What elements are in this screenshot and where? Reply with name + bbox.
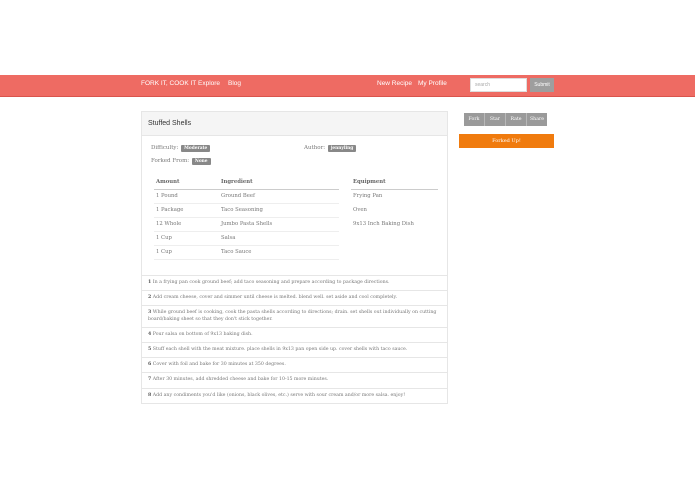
recipe-title: Stuffed Shells <box>148 120 192 127</box>
step-number: 6 <box>148 362 152 368</box>
step-number: 8 <box>148 392 152 398</box>
table-row: 1 Cup Salsa <box>154 231 339 246</box>
table-row: Oven <box>351 203 438 217</box>
step-text: Stuff each shell with the meat mixture. … <box>152 347 408 353</box>
search-input[interactable] <box>470 78 527 92</box>
share-button[interactable]: Share <box>527 113 547 126</box>
table-row: Frying Pan <box>351 189 438 203</box>
top-navbar: FORK IT, COOK IT Explore Blog New Recipe… <box>0 75 695 97</box>
difficulty-badge: Moderate <box>181 145 211 152</box>
equipment-column-header: Equipment <box>351 176 438 190</box>
equipment-table: Equipment Frying Pan Oven 9x13 Inch Baki… <box>351 176 438 231</box>
step-number: 4 <box>148 331 152 337</box>
ingredient-name: Taco Seasoning <box>221 203 339 218</box>
ingredient-amount: 12 Whole <box>154 217 221 232</box>
list-item: 3 While ground beef is cooking, cook the… <box>142 305 447 326</box>
author-badge[interactable]: jennyling <box>327 145 357 152</box>
step-number: 2 <box>148 295 152 301</box>
ingredient-amount: 1 Cup <box>154 231 221 246</box>
author-label: Author: <box>304 145 326 151</box>
equipment-item: Oven <box>353 207 367 213</box>
forked-up-button[interactable]: Forked Up! <box>459 134 554 148</box>
step-number: 7 <box>148 377 152 383</box>
amount-column-header: Amount <box>154 176 221 190</box>
equipment-item: Frying Pan <box>353 193 383 200</box>
nav-new-recipe-link[interactable]: New Recipe <box>377 80 412 87</box>
difficulty-meta: Difficulty: Moderate <box>151 145 211 152</box>
recipe-card-header: Stuffed Shells <box>142 112 447 136</box>
ingredients-table: Amount Ingredient 1 Pound Ground Beef 1 … <box>154 176 339 260</box>
brand-link[interactable]: FORK IT, COOK IT <box>141 80 196 87</box>
ingredient-amount: 1 Pound <box>154 189 221 204</box>
list-item: 2 Add cream cheese, cover and simmer unt… <box>142 290 447 305</box>
directions-list: 1 In a frying pan cook ground beef; add … <box>142 275 447 403</box>
ingredient-amount: 1 Cup <box>154 245 221 260</box>
difficulty-label: Difficulty: <box>151 145 179 151</box>
ingredients-header-row: Amount Ingredient <box>154 176 339 190</box>
equipment-item: 9x13 Inch Baking Dish <box>353 221 414 227</box>
step-text: After 30 minutes, add shredded cheese an… <box>152 377 329 383</box>
ingredient-name: Salsa <box>221 231 339 246</box>
step-number: 3 <box>148 310 152 316</box>
ingredient-name: Taco Sauce <box>221 245 339 260</box>
step-number: 1 <box>148 280 152 285</box>
recipe-action-group: Fork Star Rate Share <box>464 113 547 126</box>
table-row: 1 Pound Ground Beef <box>154 189 339 204</box>
table-row: 1 Cup Taco Sauce <box>154 245 339 260</box>
list-item: 6 Cover with foil and bake for 30 minute… <box>142 357 447 372</box>
nav-explore-link[interactable]: Explore <box>198 80 220 87</box>
ingredient-name: Jumbo Pasta Shells <box>221 217 339 232</box>
table-row: 12 Whole Jumbo Pasta Shells <box>154 217 339 232</box>
step-text: Cover with foil and bake for 30 minutes … <box>152 362 286 368</box>
step-text: While ground beef is cooking, cook the p… <box>148 310 437 322</box>
nav-blog-link[interactable]: Blog <box>228 80 241 87</box>
table-row: 9x13 Inch Baking Dish <box>351 217 438 231</box>
equipment-header-row: Equipment <box>351 176 438 190</box>
step-number: 5 <box>148 347 152 353</box>
forked-from-label: Forked From: <box>151 158 190 164</box>
star-button[interactable]: Star <box>485 113 506 126</box>
list-item: 8 Add any condiments you'd like (onions,… <box>142 387 447 403</box>
search-submit-button[interactable]: Submit <box>530 78 554 92</box>
step-text: Add cream cheese, cover and simmer until… <box>152 295 398 301</box>
ingredient-name: Ground Beef <box>221 189 339 204</box>
nav-my-profile-link[interactable]: My Profile <box>418 80 447 87</box>
rate-button[interactable]: Rate <box>506 113 527 126</box>
author-meta: Author: jennyling <box>304 145 357 152</box>
forked-from-badge: None <box>191 158 211 165</box>
step-text: In a frying pan cook ground beef; add ta… <box>152 280 390 285</box>
forked-from-meta: Forked From: None <box>151 158 211 165</box>
ingredient-column-header: Ingredient <box>221 176 339 190</box>
list-item: 5 Stuff each shell with the meat mixture… <box>142 342 447 357</box>
fork-button[interactable]: Fork <box>464 113 485 126</box>
recipe-card: Stuffed Shells Difficulty: Moderate Auth… <box>141 111 448 404</box>
list-item: 7 After 30 minutes, add shredded cheese … <box>142 372 447 387</box>
step-text: Add any condiments you'd like (onions, b… <box>152 392 406 398</box>
table-row: 1 Package Taco Seasoning <box>154 203 339 218</box>
ingredient-amount: 1 Package <box>154 203 221 218</box>
step-text: Pour salsa on bottom of 9x13 baking dish… <box>152 331 253 337</box>
list-item: 1 In a frying pan cook ground beef; add … <box>142 275 447 290</box>
list-item: 4 Pour salsa on bottom of 9x13 baking di… <box>142 326 447 342</box>
